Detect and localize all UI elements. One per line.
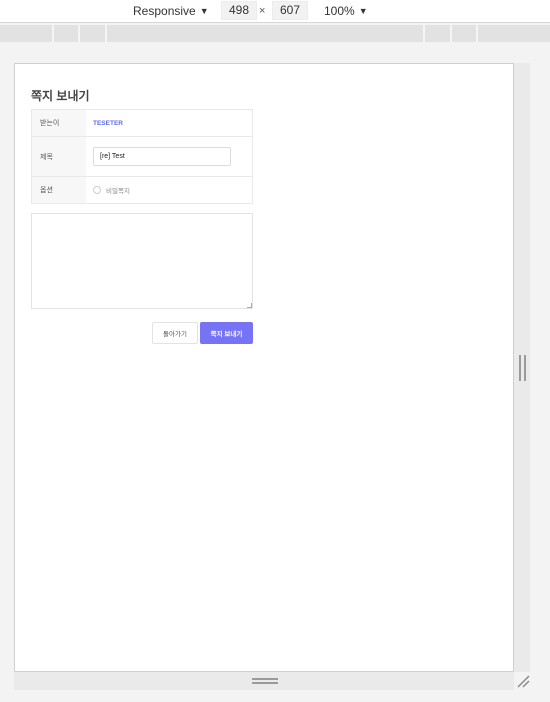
corner-resize-icon[interactable] [516, 674, 530, 688]
media-query-segment[interactable] [78, 25, 105, 42]
chevron-down-icon: ▼ [199, 6, 209, 16]
subject-input[interactable]: [re] Test [93, 147, 231, 166]
media-query-segment[interactable] [423, 25, 450, 42]
media-query-segment[interactable] [52, 25, 78, 42]
recipient-value: TESETER [93, 119, 123, 127]
back-button[interactable]: 돌아가기 [152, 322, 198, 344]
option-row: 옵션 비밀쪽지 [32, 177, 252, 203]
recipient-row: 받는이 TESETER [32, 110, 252, 137]
right-resize-handle[interactable] [519, 355, 526, 381]
media-query-segment[interactable] [450, 25, 476, 42]
devtools-toolbar: Responsive ▼ 498 × 607 100% ▼ [0, 0, 550, 23]
message-form-table: 받는이 TESETER 제목 [re] Test 옵션 비밀쪽지 [31, 109, 253, 204]
textarea-resize-grip-icon[interactable] [247, 303, 252, 308]
message-textarea[interactable] [31, 213, 253, 309]
subject-label: 제목 [32, 137, 86, 176]
secret-option-label[interactable]: 비밀쪽지 [106, 185, 130, 195]
times-icon: × [259, 5, 266, 17]
media-query-bar [0, 25, 550, 42]
recipient-label: 받는이 [32, 110, 86, 136]
media-query-segment[interactable] [105, 25, 423, 42]
option-label: 옵션 [32, 177, 86, 203]
secret-option-checkbox[interactable] [93, 186, 101, 194]
device-label: Responsive [133, 4, 196, 18]
chevron-down-icon: ▼ [358, 6, 368, 16]
zoom-select[interactable]: 100% ▼ [324, 4, 368, 18]
device-select[interactable]: Responsive ▼ [133, 4, 209, 18]
subject-row: 제목 [re] Test [32, 137, 252, 177]
viewport-width-input[interactable]: 498 [221, 1, 257, 20]
page-title: 쪽지 보내기 [31, 89, 90, 103]
device-viewport: 쪽지 보내기 받는이 TESETER 제목 [re] Test 옵션 비밀쪽지 … [14, 63, 514, 672]
media-query-segment[interactable] [476, 25, 550, 42]
send-message-button[interactable]: 쪽지 보내기 [200, 322, 253, 344]
zoom-label: 100% [324, 4, 355, 18]
bottom-resize-handle[interactable] [252, 678, 278, 684]
viewport-height-input[interactable]: 607 [272, 1, 308, 20]
